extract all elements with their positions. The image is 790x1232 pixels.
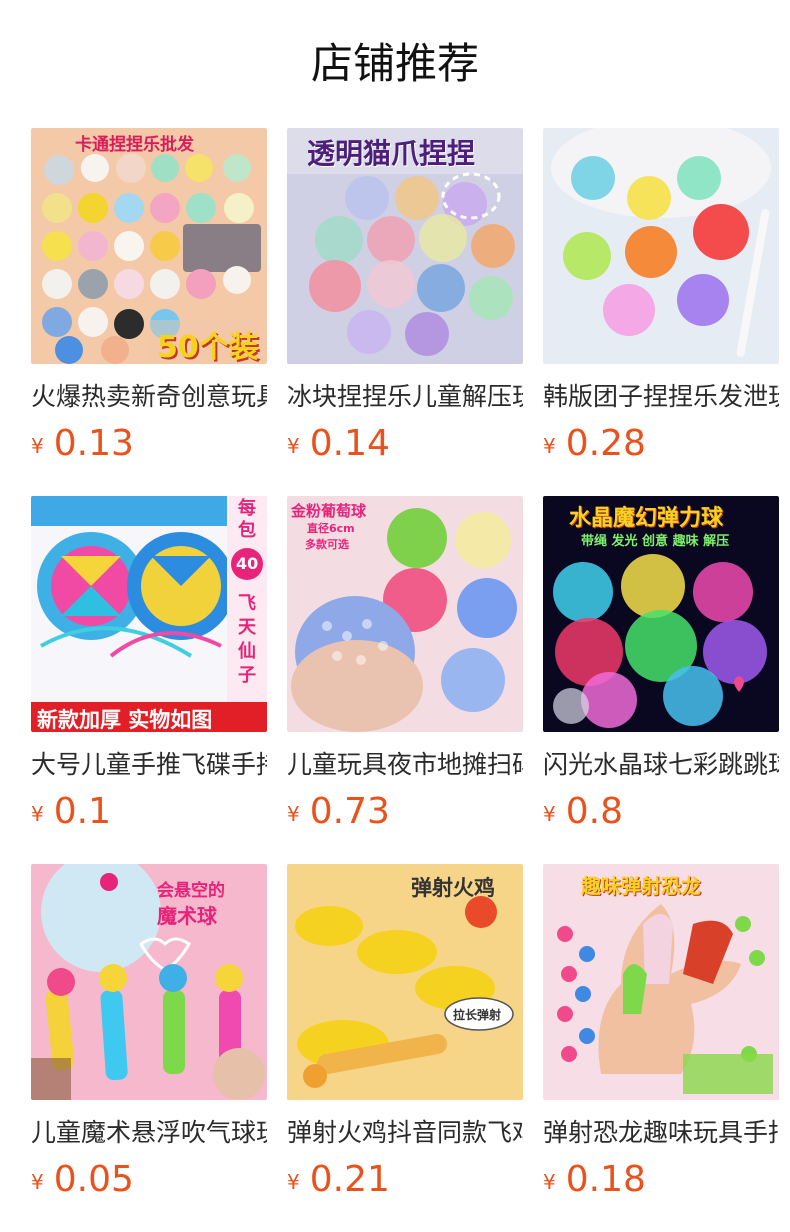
product-name[interactable]: 火爆热卖新奇创意玩具 — [31, 380, 267, 414]
image-caption: 会悬空的 — [157, 881, 225, 901]
product-price: ¥0.28 — [543, 422, 779, 466]
image-caption: 趣味弹射恐龙 — [581, 874, 701, 898]
hand-spinner-flyers-image — [31, 496, 267, 732]
image-caption: 带绳 发光 创意 趣味 解压 — [581, 534, 730, 549]
image-caption: 飞天仙子 — [238, 593, 256, 686]
floating-ball-blowers-image — [31, 864, 267, 1100]
product-price: ¥0.1 — [31, 790, 267, 834]
image-caption: 多款可选 — [305, 538, 349, 551]
currency-symbol: ¥ — [31, 1170, 44, 1194]
image-caption: 卡通捏捏乐批发 — [75, 135, 194, 155]
currency-symbol: ¥ — [543, 1170, 556, 1194]
price-value: 0.1 — [53, 791, 111, 832]
product-image[interactable] — [543, 128, 779, 364]
price-value: 0.73 — [309, 791, 390, 832]
price-value: 0.14 — [309, 423, 390, 464]
image-caption: 魔术球 — [157, 904, 217, 928]
image-caption: 新款加厚 实物如图 — [37, 708, 213, 732]
product-price: ¥0.8 — [543, 790, 779, 834]
product-image[interactable]: 趣味弹射恐龙 — [543, 864, 779, 1100]
product-card[interactable]: 弹射火鸡 拉长弹射 弹射火鸡抖音同款飞鸡 ¥0.21 — [287, 864, 523, 1202]
image-caption: 透明猫爪捏捏 — [307, 137, 476, 170]
price-value: 0.18 — [565, 1159, 646, 1200]
product-image[interactable]: 水晶魔幻弹力球 带绳 发光 创意 趣味 解压 — [543, 496, 779, 732]
currency-symbol: ¥ — [31, 434, 44, 458]
image-caption: 每包 — [238, 498, 256, 541]
product-name[interactable]: 韩版团子捏捏乐发泄玩具 — [543, 380, 779, 414]
product-card[interactable]: 趣味弹射恐龙 弹射恐龙趣味玩具手指 ¥0.18 — [543, 864, 779, 1202]
price-value: 0.05 — [53, 1159, 134, 1200]
currency-symbol: ¥ — [543, 434, 556, 458]
mochi-squishies-image — [543, 128, 779, 364]
product-card[interactable]: 卡通捏捏乐批发 50个装 火爆热卖新奇创意玩具 ¥0.13 — [31, 128, 267, 466]
product-price: ¥0.14 — [287, 422, 523, 466]
product-image[interactable]: 金粉葡萄球 直径6cm 多款可选 — [287, 496, 523, 732]
product-name[interactable]: 儿童魔术悬浮吹气球玩具 — [31, 1116, 267, 1150]
image-caption: 弹射火鸡 — [411, 876, 495, 900]
product-image[interactable]: 弹射火鸡 拉长弹射 — [287, 864, 523, 1100]
image-caption: 50个装 — [157, 330, 259, 364]
image-caption: 金粉葡萄球 — [291, 502, 367, 520]
product-name[interactable]: 闪光水晶球七彩跳跳球 — [543, 748, 779, 782]
product-name[interactable]: 冰块捏捏乐儿童解压玩具 — [287, 380, 523, 414]
product-card[interactable]: 金粉葡萄球 直径6cm 多款可选 儿童玩具夜市地摊扫码玩具 ¥0.73 — [287, 496, 523, 834]
product-price: ¥0.21 — [287, 1158, 523, 1202]
product-price: ¥0.05 — [31, 1158, 267, 1202]
image-caption: 40 — [236, 554, 259, 573]
product-price: ¥0.13 — [31, 422, 267, 466]
currency-symbol: ¥ — [287, 434, 300, 458]
image-caption: 拉长弹射 — [453, 1008, 502, 1022]
price-value: 0.21 — [309, 1159, 390, 1200]
product-name[interactable]: 儿童玩具夜市地摊扫码玩具 — [287, 748, 523, 782]
currency-symbol: ¥ — [287, 802, 300, 826]
product-name[interactable]: 弹射火鸡抖音同款飞鸡 — [287, 1116, 523, 1150]
currency-symbol: ¥ — [31, 802, 44, 826]
product-card[interactable]: 透明猫爪捏捏 冰块捏捏乐儿童解压玩具 ¥0.14 — [287, 128, 523, 466]
product-price: ¥0.18 — [543, 1158, 779, 1202]
price-value: 0.28 — [565, 423, 646, 464]
product-grid: 卡通捏捏乐批发 50个装 火爆热卖新奇创意玩具 ¥0.13 透明猫爪捏捏 冰块捏… — [0, 0, 790, 1232]
store-recommendations-page: 店铺推荐 卡通捏捏乐批发 50个装 火爆热卖新奇创意玩具 ¥ 0.13 透明猫爪… — [0, 0, 790, 1232]
image-caption: 水晶魔幻弹力球 — [569, 506, 724, 531]
product-card[interactable]: 韩版团子捏捏乐发泄玩具 ¥0.28 — [543, 128, 779, 466]
product-image[interactable]: 每包 40 飞天仙子 新款加厚 实物如图 — [31, 496, 267, 732]
price-value: 0.8 — [565, 791, 623, 832]
product-price: ¥0.73 — [287, 790, 523, 834]
price-value: 0.13 — [53, 423, 134, 464]
product-card[interactable]: 水晶魔幻弹力球 带绳 发光 创意 趣味 解压 闪光水晶球七彩跳跳球 ¥0.8 — [543, 496, 779, 834]
product-name[interactable]: 大号儿童手推飞碟手持玩具 — [31, 748, 267, 782]
product-name[interactable]: 弹射恐龙趣味玩具手指 — [543, 1116, 779, 1150]
product-image[interactable]: 透明猫爪捏捏 — [287, 128, 523, 364]
product-card[interactable]: 每包 40 飞天仙子 新款加厚 实物如图 大号儿童手推飞碟手持玩具 ¥0.1 — [31, 496, 267, 834]
image-caption: 直径6cm — [307, 522, 355, 535]
product-image[interactable]: 会悬空的 魔术球 — [31, 864, 267, 1100]
product-image[interactable]: 卡通捏捏乐批发 50个装 — [31, 128, 267, 364]
product-card[interactable]: 会悬空的 魔术球 儿童魔术悬浮吹气球玩具 ¥0.05 — [31, 864, 267, 1202]
currency-symbol: ¥ — [543, 802, 556, 826]
slingshot-dinosaurs-image — [543, 864, 779, 1100]
currency-symbol: ¥ — [287, 1170, 300, 1194]
